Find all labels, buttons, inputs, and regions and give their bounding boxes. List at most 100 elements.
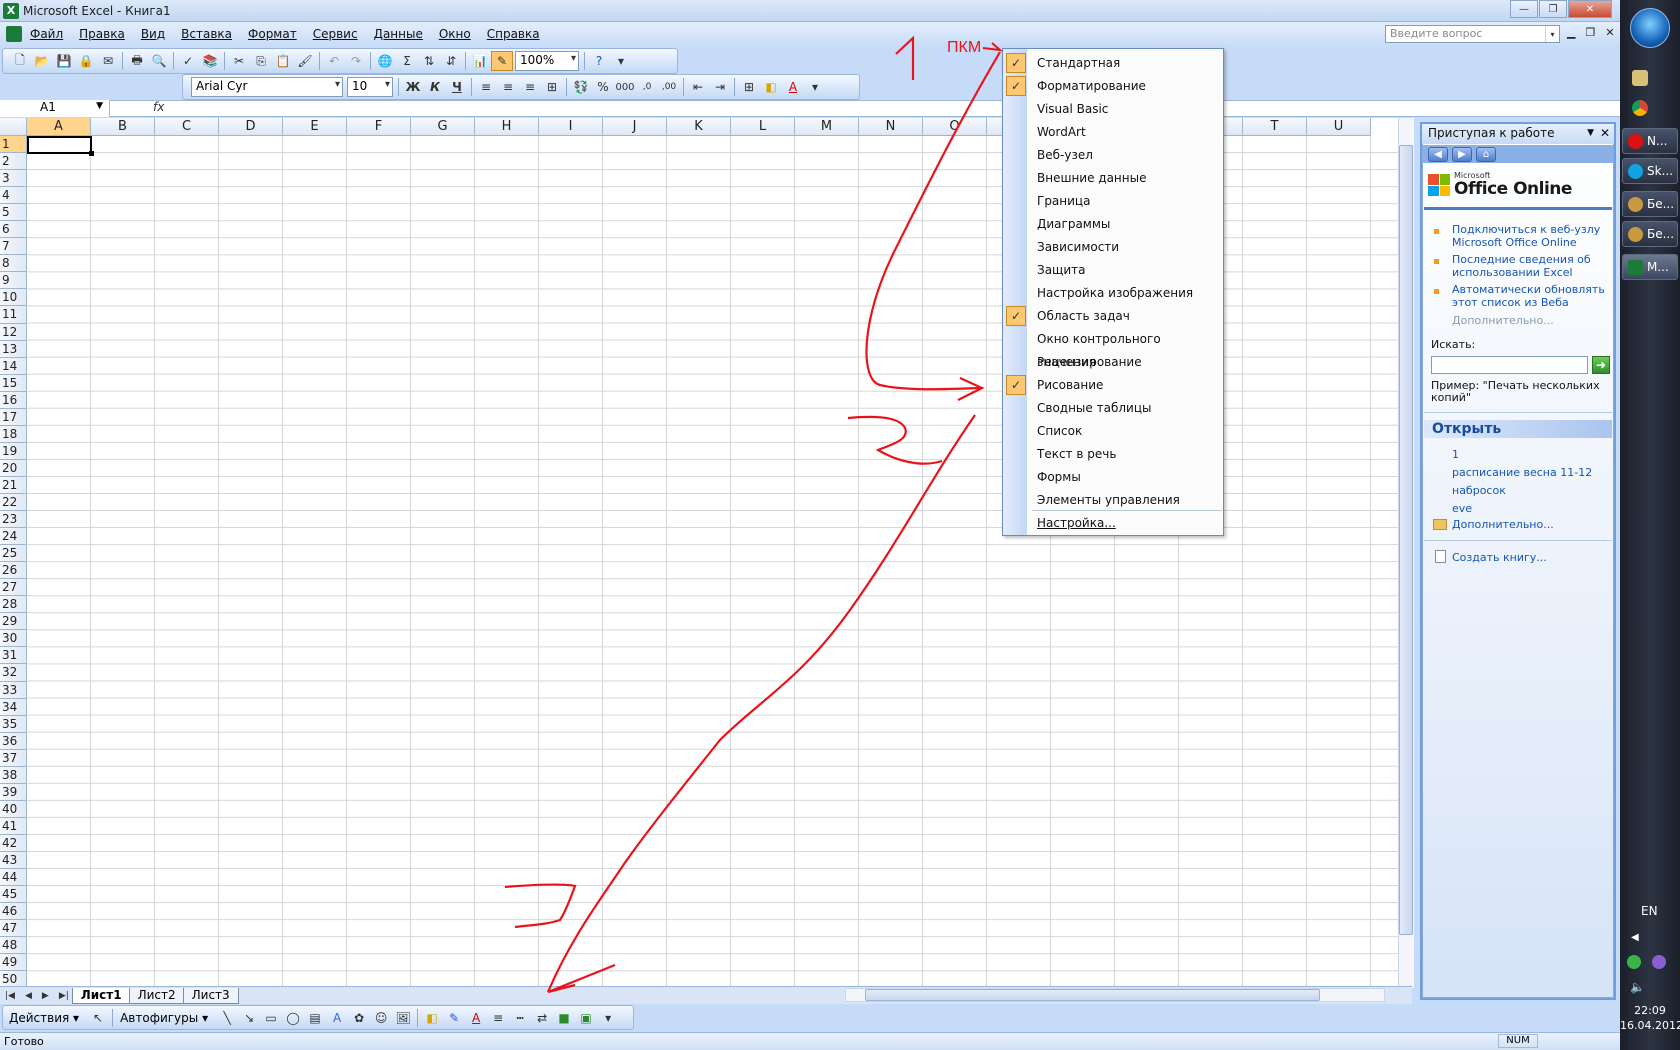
taskbar-item[interactable]: Бе... [1622,221,1678,247]
workbook-minimize-button[interactable]: ▁ [1567,26,1575,39]
toolbar-options-icon[interactable]: ▾ [804,77,826,97]
column-header[interactable]: D [219,118,283,136]
formula-bar[interactable] [0,100,1620,117]
font-color-icon[interactable]: A [782,77,804,97]
context-menu-item[interactable]: Защита [1003,259,1223,282]
task-pane-link-news[interactable]: Последние сведения об использовании Exce… [1452,253,1612,279]
copy-icon[interactable]: ⎘ [250,51,272,71]
select-objects-icon[interactable]: ↖ [87,1008,109,1028]
row-header[interactable]: 40 [0,800,27,818]
task-pane-more-link[interactable]: Дополнительно... [1452,314,1612,327]
wordart-icon[interactable]: A [326,1008,348,1028]
align-right-icon[interactable]: ≡ [519,77,541,97]
sheet-tab-1[interactable]: Лист1 [71,987,131,1004]
row-header[interactable]: 20 [0,459,27,477]
sheet-tab-2[interactable]: Лист2 [128,987,185,1004]
row-header[interactable]: 32 [0,664,27,682]
row-header[interactable]: 16 [0,391,27,409]
help-icon[interactable]: ? [588,51,610,71]
vertical-scroll-thumb[interactable] [1399,145,1413,935]
toolbar-options-icon[interactable]: ▾ [597,1008,619,1028]
print-preview-icon[interactable]: 🔍 [148,51,170,71]
task-pane-link-autoupdate[interactable]: Автоматически обновлять этот список из В… [1452,283,1612,309]
dash-style-icon[interactable]: ┅ [509,1008,531,1028]
menu-file[interactable]: Файл [30,27,63,41]
fill-color-icon[interactable]: ◧ [421,1008,443,1028]
task-pane-link-connect[interactable]: Подключиться к веб-узлу Microsoft Office… [1452,223,1612,249]
row-header[interactable]: 19 [0,442,27,460]
row-header[interactable]: 33 [0,681,27,699]
currency-icon[interactable]: 💱 [570,77,592,97]
chrome-icon[interactable] [1632,100,1648,116]
textbox-icon[interactable]: ▤ [304,1008,326,1028]
select-all-corner[interactable] [0,118,27,136]
diagram-icon[interactable]: ✿ [348,1008,370,1028]
font-size-select[interactable]: 10 [347,77,393,97]
menu-window[interactable]: Окно [439,27,471,41]
search-go-button[interactable]: ➜ [1592,356,1610,374]
close-button[interactable]: ✕ [1568,0,1612,18]
row-header[interactable]: 15 [0,374,27,392]
paste-icon[interactable]: 📋 [272,51,294,71]
fx-label[interactable]: fx [153,100,164,114]
context-menu-item[interactable]: Список [1003,420,1223,443]
context-menu-item[interactable]: Форматирование [1003,75,1223,98]
row-header[interactable]: 46 [0,903,27,921]
row-header[interactable]: 1 [0,136,27,154]
shadow-icon[interactable]: ■ [553,1008,575,1028]
menu-edit[interactable]: Правка [79,27,125,41]
row-header[interactable]: 44 [0,869,27,887]
chevron-down-icon[interactable]: ▼ [1587,124,1594,143]
row-header[interactable]: 41 [0,817,27,835]
row-header[interactable]: 24 [0,528,27,546]
font-color-icon[interactable]: A [465,1008,487,1028]
context-menu-item-customize[interactable]: Настройка... [1003,512,1223,535]
help-question-input[interactable]: Введите вопрос ▾ [1385,25,1560,43]
context-menu-item[interactable]: Окно контрольного значения [1003,328,1223,369]
row-header[interactable]: 39 [0,783,27,801]
taskbar-item[interactable]: N... [1622,128,1678,154]
sort-descending-icon[interactable]: ⇵ [440,51,462,71]
recent-file-item[interactable]: расписание весна 11-12 [1452,466,1612,479]
decrease-decimal-icon[interactable]: ,00 [658,77,680,97]
merge-center-icon[interactable]: ⊞ [541,77,563,97]
menu-view[interactable]: Вид [141,27,165,41]
language-indicator[interactable]: EN [1641,904,1658,918]
column-header[interactable]: B [91,118,155,136]
row-header[interactable]: 7 [0,238,27,256]
context-menu-item[interactable]: Настройка изображения [1003,282,1223,305]
increase-indent-icon[interactable]: ⇥ [709,77,731,97]
clipart-icon[interactable]: ☺ [370,1008,392,1028]
row-header[interactable]: 48 [0,937,27,955]
prev-sheet-icon[interactable]: ◀ [25,991,32,1001]
clock[interactable]: 22:09 16.04.2012 [1620,1003,1680,1033]
horizontal-scroll-thumb[interactable] [865,989,1320,1001]
row-header[interactable]: 26 [0,562,27,580]
row-header[interactable]: 9 [0,272,27,290]
column-header[interactable]: T [1243,118,1307,136]
open-icon[interactable]: 📂 [31,51,53,71]
column-header[interactable]: I [539,118,603,136]
drawing-icon[interactable]: ✎ [491,51,513,71]
column-header[interactable]: O [923,118,987,136]
open-more-link[interactable]: Дополнительно... [1452,518,1612,531]
taskbar-item[interactable]: Sk... [1622,158,1678,184]
cut-icon[interactable]: ✂ [228,51,250,71]
context-menu-item[interactable]: Формы [1003,466,1223,489]
context-menu-item[interactable]: Рецензирование [1003,351,1223,374]
toolbar-options-icon[interactable]: ▾ [610,51,632,71]
context-menu-item[interactable]: Сводные таблицы [1003,397,1223,420]
line-icon[interactable]: ╲ [216,1008,238,1028]
row-header[interactable]: 34 [0,698,27,716]
row-header[interactable]: 35 [0,715,27,733]
align-center-icon[interactable]: ≡ [497,77,519,97]
sheet-tab-3[interactable]: Лист3 [182,987,239,1004]
context-menu-item[interactable]: WordArt [1003,121,1223,144]
row-header[interactable]: 14 [0,357,27,375]
row-header[interactable]: 3 [0,170,27,188]
workbook-close-button[interactable]: ✕ [1605,26,1614,39]
row-header[interactable]: 23 [0,511,27,529]
first-sheet-icon[interactable]: |◀ [5,991,15,1001]
tray-app-icon[interactable] [1627,955,1641,969]
taskbar-item[interactable]: M... [1622,254,1678,280]
